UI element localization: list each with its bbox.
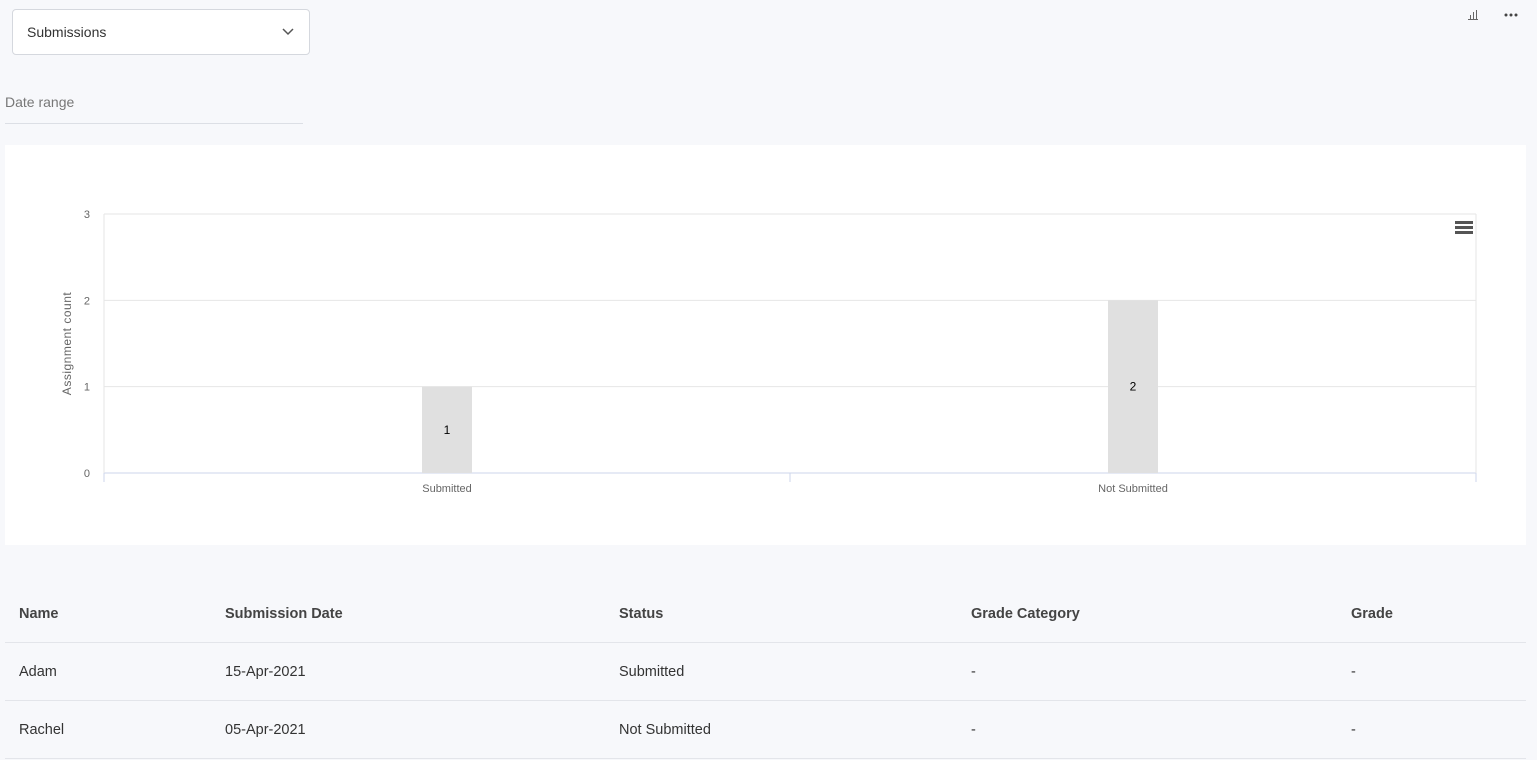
- column-header-submission-date[interactable]: Submission Date: [224, 585, 618, 643]
- submissions-table: Name Submission Date Status Grade Catego…: [5, 585, 1526, 759]
- column-header-grade[interactable]: Grade: [1350, 585, 1526, 643]
- x-tick-label: Submitted: [422, 483, 472, 495]
- y-tick-label: 1: [84, 382, 90, 394]
- more-icon[interactable]: [1503, 7, 1519, 23]
- data-label: 1: [444, 423, 451, 437]
- y-tick-label: 2: [84, 295, 90, 307]
- table-row[interactable]: Rachel 05-Apr-2021 Not Submitted - -: [5, 700, 1526, 759]
- column-header-grade-category[interactable]: Grade Category: [970, 585, 1350, 643]
- y-tick-label: 3: [84, 209, 90, 221]
- table-row[interactable]: Adam 15-Apr-2021 Submitted - -: [5, 642, 1526, 701]
- cell-submission-date: 15-Apr-2021: [224, 642, 618, 701]
- cell-status: Not Submitted: [618, 700, 970, 759]
- y-axis-label: Assignment count: [60, 292, 74, 396]
- cell-name: Adam: [5, 642, 224, 701]
- cell-grade-category: -: [970, 700, 1350, 759]
- cell-submission-date: 05-Apr-2021: [224, 700, 618, 759]
- table-header-row: Name Submission Date Status Grade Catego…: [5, 585, 1526, 643]
- cell-status: Submitted: [618, 642, 970, 701]
- column-header-status[interactable]: Status: [618, 585, 970, 643]
- top-toolbar: [1465, 7, 1519, 23]
- date-range-field[interactable]: Date range: [5, 86, 303, 124]
- cell-grade-category: -: [970, 642, 1350, 701]
- y-tick-label: 0: [84, 468, 90, 480]
- dropdown-selected-value: Submissions: [27, 24, 107, 40]
- bar-chart: 0 1 2 3 Assignment count 1 Submitted 2 Not Submi…: [60, 209, 1477, 495]
- hamburger-menu-icon[interactable]: [1455, 221, 1473, 234]
- submissions-dropdown[interactable]: Submissions: [12, 9, 310, 55]
- cell-grade: -: [1350, 700, 1526, 759]
- bar-chart-icon[interactable]: [1465, 7, 1481, 23]
- data-label: 2: [1130, 380, 1137, 394]
- column-header-name[interactable]: Name: [5, 585, 224, 643]
- chart-card: 0 1 2 3 Assignment count 1 Submitted 2 Not Submi…: [5, 145, 1526, 545]
- chevron-down-icon: [281, 25, 295, 39]
- x-tick-label: Not Submitted: [1098, 483, 1168, 495]
- cell-name: Rachel: [5, 700, 224, 759]
- cell-grade: -: [1350, 642, 1526, 701]
- date-range-label: Date range: [5, 94, 75, 110]
